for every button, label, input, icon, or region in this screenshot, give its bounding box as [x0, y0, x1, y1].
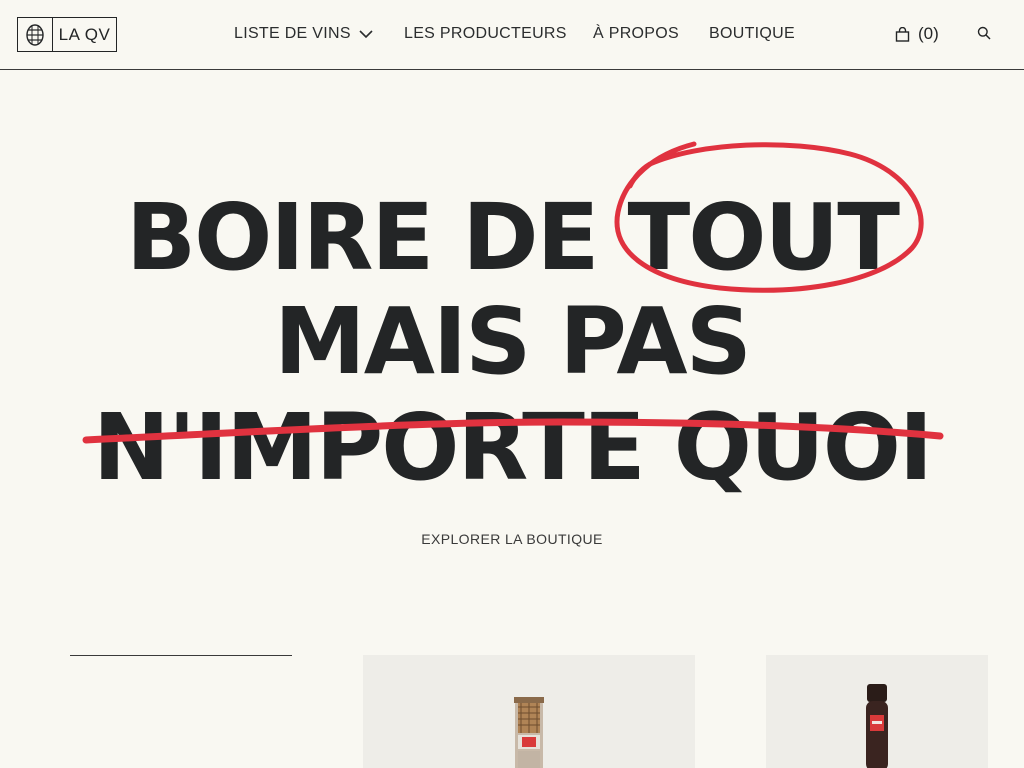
cta-row: EXPLORER LA BOUTIQUE: [0, 531, 1024, 547]
nav-item-boutique[interactable]: BOUTIQUE: [709, 22, 795, 46]
hero-headline: BOIRE DE TOUT MAIS PAS N'IMPORTE QUOI: [0, 140, 1024, 510]
nav-item-liste-de-vins[interactable]: LISTE DE VINS: [234, 22, 373, 46]
nav-item-label: BOUTIQUE: [709, 25, 795, 42]
search-icon[interactable]: [977, 26, 993, 42]
product-card[interactable]: [363, 655, 695, 768]
nav-item-les-producteurs[interactable]: LES PRODUCTEURS: [404, 22, 567, 46]
shopping-bag-icon: [895, 26, 910, 42]
hero-line-3: N'IMPORTE QUOI: [92, 394, 933, 501]
nav-item-label: LES PRODUCTEURS: [404, 25, 567, 42]
nav-item-label: LISTE DE VINS: [234, 25, 351, 42]
hero-line-2: MAIS PAS: [274, 288, 752, 395]
explore-shop-link[interactable]: EXPLORER LA BOUTIQUE: [421, 531, 603, 547]
hero-line-1: BOIRE DE TOUT: [126, 184, 900, 291]
main-nav: LISTE DE VINS LES PRODUCTEURS À PROPOS B…: [0, 22, 1024, 46]
wine-bottle-image: [866, 684, 888, 768]
site-header: LA QV LISTE DE VINS LES PRODUCTEURS À PR…: [0, 0, 1024, 70]
nav-item-label: À PROPOS: [593, 25, 679, 42]
cart-button[interactable]: (0): [895, 22, 939, 46]
cart-count: (0): [918, 24, 939, 43]
nav-item-a-propos[interactable]: À PROPOS: [593, 22, 679, 46]
wine-bottle-image: [514, 697, 544, 768]
chevron-down-icon: [359, 29, 373, 39]
product-card[interactable]: [766, 655, 988, 768]
section-divider: [70, 655, 292, 656]
